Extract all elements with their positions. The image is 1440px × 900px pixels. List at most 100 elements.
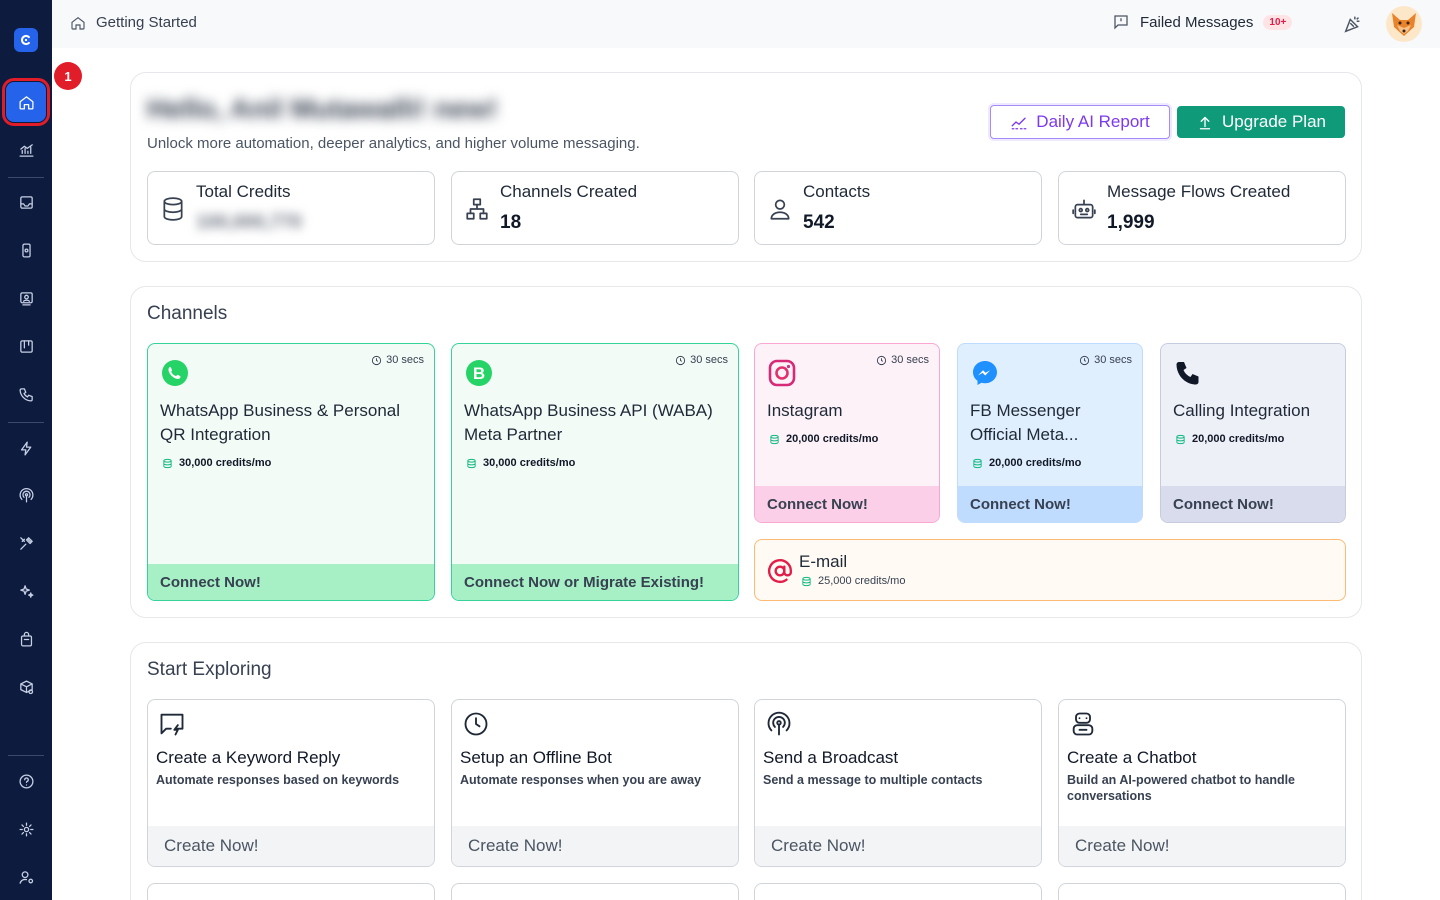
- app-logo[interactable]: [14, 28, 38, 52]
- phone-icon: [18, 387, 33, 402]
- welcome-subtitle: Unlock more automation, deeper analytics…: [147, 135, 640, 152]
- messenger-icon: [970, 358, 1000, 388]
- setup-time: 30 secs: [1079, 354, 1132, 366]
- tutorial-step-badge: 1: [54, 62, 82, 90]
- whats-new-button[interactable]: [1342, 13, 1364, 35]
- contact-card-icon: [19, 291, 33, 306]
- whatsapp-icon: [160, 358, 190, 388]
- channel-credits: 20,000 credits/mo: [1175, 433, 1284, 445]
- create-now-button[interactable]: Create Now!: [1059, 826, 1345, 866]
- stat-label: Total Credits: [196, 182, 291, 201]
- sidebar-item-help[interactable]: [6, 761, 46, 801]
- stat-value: 18: [500, 212, 522, 233]
- explore-card-title: Setup an Offline Bot: [460, 748, 612, 767]
- upgrade-plan-button[interactable]: Upgrade Plan: [1177, 106, 1345, 138]
- channel-credits: 30,000 credits/mo: [466, 457, 575, 469]
- stat-label: Contacts: [803, 182, 871, 201]
- message-lightning-icon: [160, 713, 184, 736]
- explore-card-partial[interactable]: [451, 883, 739, 900]
- channels-title: Channels: [147, 303, 228, 324]
- daily-ai-report-button[interactable]: Daily AI Report: [990, 105, 1170, 139]
- connect-now-button[interactable]: Connect Now!: [958, 486, 1142, 522]
- phone-icon: [1173, 358, 1203, 388]
- user-settings-icon: [18, 870, 33, 884]
- robot-icon: [1072, 199, 1096, 219]
- sidebar-item-orders[interactable]: [6, 667, 46, 707]
- explore-card-desc: Send a message to multiple contacts: [763, 773, 983, 787]
- create-now-button[interactable]: Create Now!: [755, 826, 1041, 866]
- channel-credits: 30,000 credits/mo: [162, 457, 271, 469]
- sidebar-item-board[interactable]: [6, 326, 46, 366]
- daily-ai-report-label: Daily AI Report: [1036, 112, 1150, 131]
- sidebar-item-automation[interactable]: [6, 428, 46, 468]
- sidebar: [0, 0, 52, 900]
- instagram-icon: [767, 358, 797, 388]
- explore-card-partial[interactable]: [1058, 883, 1346, 900]
- sidebar-item-tools[interactable]: [6, 523, 46, 563]
- sidebar-item-inbox[interactable]: [6, 182, 46, 222]
- channel-credits: 20,000 credits/mo: [972, 457, 1081, 469]
- explore-card-title: Create a Chatbot: [1067, 748, 1197, 767]
- database-icon: [973, 458, 982, 468]
- connect-now-button[interactable]: Connect Now!: [148, 564, 434, 600]
- explore-card-desc: Build an AI-powered chatbot to handle co…: [1067, 773, 1296, 803]
- explore-card-partial[interactable]: [754, 883, 1042, 900]
- connect-now-button[interactable]: Connect Now!: [1161, 486, 1345, 522]
- explore-card-keyword-reply[interactable]: Create a Keyword Reply Automate response…: [147, 699, 435, 867]
- trend-chart-icon: [1011, 117, 1027, 130]
- stat-value: 542: [803, 212, 835, 233]
- page-title: Getting Started: [96, 14, 197, 31]
- svg-text:B: B: [473, 364, 485, 383]
- explore-card-desc: Automate responses based on keywords: [156, 773, 400, 787]
- explore-card-broadcast[interactable]: Send a Broadcast Send a message to multi…: [754, 699, 1042, 867]
- database-icon: [770, 434, 779, 444]
- sidebar-item-analytics[interactable]: [6, 130, 46, 170]
- sidebar-item-ai[interactable]: [6, 571, 46, 611]
- channel-card-calling[interactable]: Calling Integration 20,000 credits/mo Co…: [1160, 343, 1346, 523]
- channel-card-whatsapp-qr[interactable]: 30 secs WhatsApp Business & Personal QR …: [147, 343, 435, 601]
- sidebar-item-broadcast[interactable]: [6, 475, 46, 515]
- stat-contacts: Contacts 542: [754, 171, 1042, 245]
- gear-icon: [18, 821, 34, 837]
- sidebar-item-account[interactable]: [6, 857, 46, 897]
- sidebar-item-devices[interactable]: [6, 230, 46, 270]
- sidebar-item-settings[interactable]: [6, 809, 46, 849]
- database-icon: [163, 197, 183, 221]
- party-popper-icon: [1344, 16, 1360, 33]
- channel-name: WhatsApp Business API (WABA) Meta Partne…: [464, 401, 713, 444]
- clock-icon: [876, 355, 887, 365]
- channel-card-messenger[interactable]: 30 secs FB Messenger Official Meta... 20…: [957, 343, 1143, 523]
- tools-icon: [19, 536, 33, 550]
- create-now-button[interactable]: Create Now!: [452, 826, 738, 866]
- channel-credits: 20,000 credits/mo: [769, 433, 878, 445]
- sidebar-item-contacts[interactable]: [6, 278, 46, 318]
- shopping-bag-icon: [20, 631, 32, 647]
- explore-card-partial[interactable]: [147, 883, 435, 900]
- failed-messages-button[interactable]: Failed Messages 10+: [1112, 13, 1293, 31]
- channel-name: WhatsApp Business & Personal QR Integrat…: [160, 401, 401, 444]
- explore-card-chatbot[interactable]: Create a Chatbot Build an AI-powered cha…: [1058, 699, 1346, 867]
- breadcrumb[interactable]: Getting Started: [70, 14, 197, 31]
- channel-card-whatsapp-api[interactable]: B 30 secs WhatsApp Business API (WABA) M…: [451, 343, 739, 601]
- stat-label: Channels Created: [500, 182, 638, 201]
- channel-card-instagram[interactable]: 30 secs Instagram 20,000 credits/mo Conn…: [754, 343, 940, 523]
- phone-device-icon: [21, 242, 31, 258]
- create-now-button[interactable]: Create Now!: [148, 826, 434, 866]
- sidebar-item-home[interactable]: [2, 78, 50, 126]
- explore-card-offline-bot[interactable]: Setup an Offline Bot Automate responses …: [451, 699, 739, 867]
- sidebar-item-shop[interactable]: [6, 619, 46, 659]
- connect-now-button[interactable]: Connect Now!: [755, 486, 939, 522]
- sidebar-item-calls[interactable]: [6, 374, 46, 414]
- avatar[interactable]: [1386, 6, 1422, 42]
- channel-card-email[interactable]: E-mail 25,000 credits/mo: [754, 539, 1346, 601]
- explore-card-title: Create a Keyword Reply: [156, 748, 341, 767]
- database-icon: [1176, 434, 1185, 444]
- connect-or-migrate-button[interactable]: Connect Now or Migrate Existing!: [452, 564, 738, 600]
- lightning-icon: [20, 440, 31, 456]
- stat-total-credits: Total Credits 100,000,770: [147, 171, 435, 245]
- welcome-panel: Hello, Anil Mutawalli! new! Unlock more …: [130, 72, 1362, 262]
- whatsapp-business-icon: B: [464, 358, 494, 388]
- channel-name: Calling Integration: [1173, 401, 1311, 420]
- explore-card-title: Send a Broadcast: [763, 748, 899, 767]
- fox-avatar-icon: [1392, 13, 1416, 36]
